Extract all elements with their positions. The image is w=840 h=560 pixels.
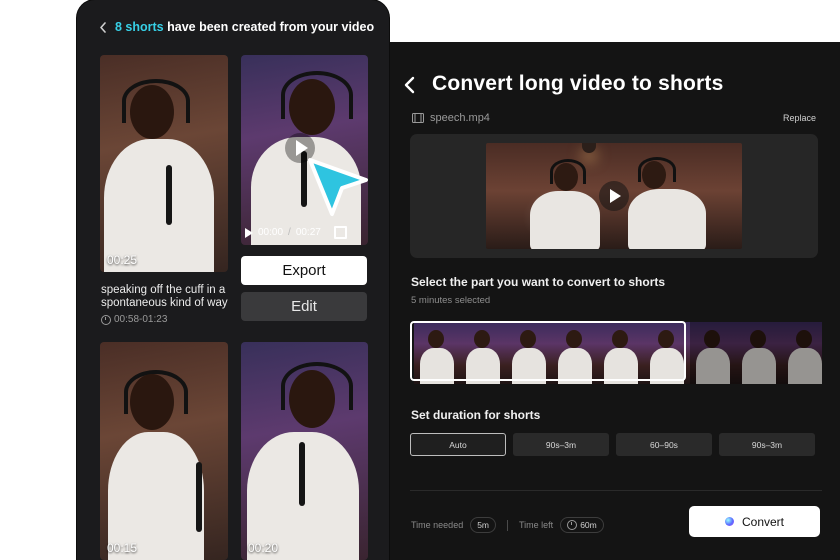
page-title: Convert long video to shorts (432, 72, 724, 95)
replace-button[interactable]: Replace (783, 113, 816, 123)
converter-panel: Convert long video to shorts speech.mp4 … (388, 42, 840, 560)
video-preview-container (410, 134, 818, 258)
back-chevron-icon[interactable] (402, 76, 418, 94)
total-time: 00:27 (295, 227, 321, 238)
duration-title: Set duration for shorts (411, 408, 541, 422)
file-name: speech.mp4 (430, 112, 490, 124)
time-summary: Time needed 5m Time left 60m (411, 517, 604, 533)
shorts-count: 8 shorts (115, 20, 164, 34)
shorts-panel: 8 shorts have been created from your vid… (77, 0, 389, 560)
video-preview[interactable] (486, 143, 742, 249)
time-left-pill: 60m (560, 517, 604, 533)
duration-options: Auto 90s–3m 60–90s 90s–3m (410, 433, 815, 456)
convert-button[interactable]: Convert (689, 506, 820, 537)
current-time: 00:00 (258, 227, 284, 238)
timeline-frame (736, 322, 782, 384)
sparkle-icon (724, 517, 734, 526)
duration-option-60-90s[interactable]: 60–90s (616, 433, 712, 456)
shorts-header: 8 shorts have been created from your vid… (99, 20, 374, 34)
timeline-frame (782, 322, 822, 384)
play-button[interactable] (599, 181, 629, 211)
player-controls: 00:00 / 00:27 (245, 226, 347, 239)
clip-duration: 00:25 (107, 253, 138, 267)
separator (507, 519, 509, 531)
cursor-arrow-icon (308, 158, 368, 216)
film-icon (412, 113, 424, 123)
short-thumbnail-3[interactable]: 00:15 (100, 342, 228, 560)
clip-range-text: 00:58-01:23 (114, 314, 168, 325)
time-left-value: 60m (580, 520, 597, 530)
duration-option-auto[interactable]: Auto (410, 433, 506, 456)
person-right (628, 155, 738, 249)
shorts-header-text: have been created from your video (167, 20, 375, 34)
short-thumbnail-4[interactable]: 00:20 (241, 342, 368, 560)
file-info: speech.mp4 (412, 112, 490, 124)
back-chevron-icon[interactable] (99, 21, 107, 33)
select-part-title: Select the part you want to convert to s… (411, 275, 666, 289)
timeline-frame (690, 322, 736, 384)
time-needed-value: 5m (470, 517, 497, 533)
convert-label: Convert (741, 514, 785, 529)
time-needed-label: Time needed (411, 520, 464, 530)
export-button[interactable]: Export (241, 256, 367, 285)
divider (410, 490, 822, 491)
timeline-selection-handle[interactable] (410, 321, 686, 381)
play-icon[interactable] (245, 227, 253, 238)
clip-caption: speaking off the cuff in a spontaneous k… (101, 284, 228, 309)
edit-button[interactable]: Edit (241, 292, 367, 321)
clock-icon (101, 314, 111, 325)
short-thumbnail-1[interactable]: 00:25 (100, 55, 228, 272)
selected-info: 5 minutes selected (411, 295, 491, 306)
lamp-decor (582, 143, 596, 153)
duration-option-90s-3m[interactable]: 90s–3m (513, 433, 609, 456)
clip-duration: 00:20 (248, 541, 279, 555)
duration-option-90s-3m-alt[interactable]: 90s–3m (719, 433, 815, 456)
fullscreen-icon[interactable] (333, 226, 347, 239)
clock-icon (567, 520, 578, 530)
clip-duration: 00:15 (107, 541, 138, 555)
person-left (500, 155, 600, 249)
time-left-label: Time left (519, 520, 554, 530)
clip-range: 00:58-01:23 (101, 314, 167, 325)
